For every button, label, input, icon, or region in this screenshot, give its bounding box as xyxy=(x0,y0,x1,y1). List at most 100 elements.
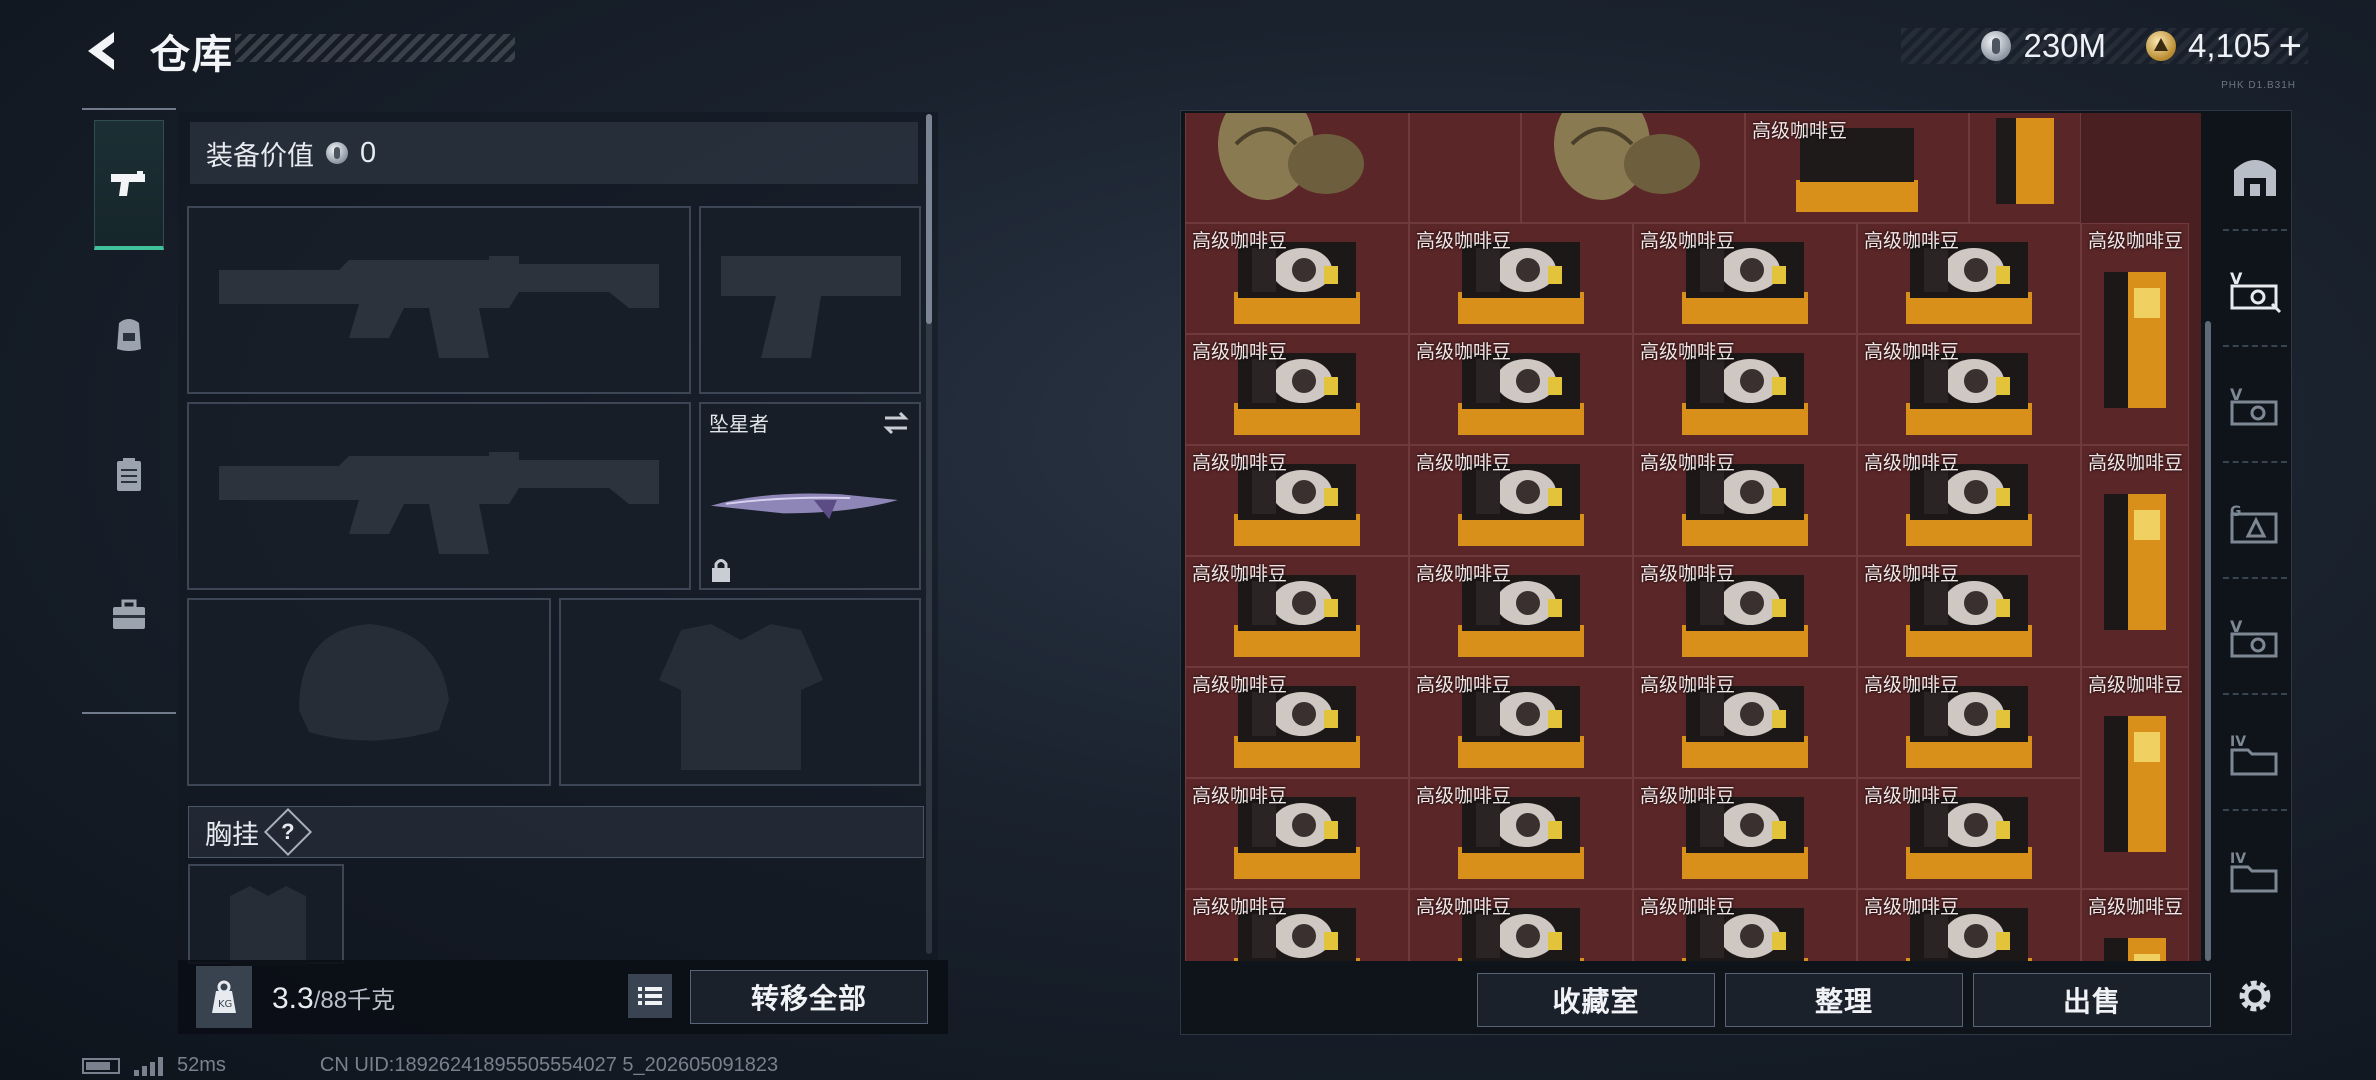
storage-item-coffee-tall[interactable]: 高级咖啡豆 xyxy=(2081,445,2189,667)
equipment-value-bar: 装备价值 0 xyxy=(190,122,918,184)
storage-item-coffee[interactable]: 高级咖啡豆 xyxy=(1185,334,1409,445)
primary-weapon-slot-1[interactable] xyxy=(187,206,691,394)
coffee-bag-tall-icon xyxy=(2100,716,2170,856)
storage-item-statue[interactable] xyxy=(1521,113,1745,223)
item-label: 高级咖啡豆 xyxy=(1416,675,1512,696)
item-label: 高级咖啡豆 xyxy=(1640,564,1736,585)
storage-item-statue-part[interactable] xyxy=(1409,113,1521,223)
melee-slot-name: 坠星者 xyxy=(709,414,769,436)
helmet-slot[interactable] xyxy=(187,598,551,786)
item-label: 高级咖啡豆 xyxy=(1416,342,1512,363)
storage-item-coffee-tall[interactable] xyxy=(1969,113,2081,223)
category-armor-tab[interactable] xyxy=(94,410,164,540)
storage-item-coffee[interactable]: 高级咖啡豆 xyxy=(1409,889,1633,961)
item-label: 高级咖啡豆 xyxy=(1640,786,1736,807)
body-armor-slot[interactable] xyxy=(559,598,921,786)
storage-item-coffee[interactable]: 高级咖啡豆 xyxy=(1857,334,2081,445)
item-label: 高级咖啡豆 xyxy=(2088,897,2184,918)
rail-crate-tab-2[interactable]: IV xyxy=(2223,817,2287,927)
storage-item-coffee[interactable]: 高级咖啡豆 xyxy=(1745,113,1969,223)
storage-item-coffee[interactable]: 高级咖啡豆 xyxy=(1185,889,1409,961)
storage-item-coffee[interactable]: 高级咖啡豆 xyxy=(1185,667,1409,778)
storage-item-coffee[interactable]: 高级咖啡豆 xyxy=(1185,445,1409,556)
toolbox-icon xyxy=(113,599,145,629)
storage-item-coffee[interactable]: 高级咖啡豆 xyxy=(1633,556,1857,667)
svg-text:IV: IV xyxy=(2230,734,2246,750)
storage-item-coffee[interactable]: 高级咖啡豆 xyxy=(1409,445,1633,556)
storage-item-coffee[interactable]: 高级咖啡豆 xyxy=(1633,334,1857,445)
storage-item-coffee[interactable]: 高级咖啡豆 xyxy=(1409,778,1633,889)
storage-item-coffee[interactable]: 高级咖啡豆 xyxy=(1857,556,2081,667)
storage-item-coffee[interactable]: 高级咖啡豆 xyxy=(1409,667,1633,778)
storage-item-coffee[interactable]: 高级咖啡豆 xyxy=(1185,223,1409,334)
melee-slot[interactable]: 坠星者 xyxy=(699,402,921,590)
storage-item-coffee[interactable]: 高级咖啡豆 xyxy=(1633,889,1857,961)
sell-button[interactable]: 出售 xyxy=(1973,973,2211,1027)
storage-item-coffee[interactable]: 高级咖啡豆 xyxy=(1857,778,2081,889)
item-label: 高级咖啡豆 xyxy=(1864,786,1960,807)
panel-scrollbar-thumb[interactable] xyxy=(926,114,932,324)
statue-item-icon xyxy=(1218,113,1364,200)
item-label: 高级咖啡豆 xyxy=(1640,453,1736,474)
rail-crate-tab-1[interactable]: IV xyxy=(2223,701,2287,811)
rail-card-tab-4[interactable]: V xyxy=(2223,585,2287,695)
storage-scrollbar[interactable] xyxy=(2205,321,2211,961)
transfer-all-button[interactable]: 转移全部 xyxy=(690,970,928,1024)
coffee-bag-tall-icon xyxy=(1996,118,2054,204)
item-label: 高级咖啡豆 xyxy=(1416,564,1512,585)
sidearm-slot[interactable] xyxy=(699,206,921,394)
storage-item-coffee[interactable]: 高级咖啡豆 xyxy=(1409,334,1633,445)
equipment-value-label: 装备价值 xyxy=(206,140,314,171)
storage-item-coffee[interactable]: 高级咖啡豆 xyxy=(1185,778,1409,889)
card-v3-icon: V xyxy=(2230,617,2278,658)
item-label: 高级咖啡豆 xyxy=(1416,231,1512,252)
helmet-silhouette-icon xyxy=(299,624,449,741)
lock-icon xyxy=(712,559,730,582)
signal-icon xyxy=(134,1056,163,1076)
storage-item-coffee[interactable]: 高级咖啡豆 xyxy=(1409,556,1633,667)
storage-item-coffee[interactable]: 高级咖啡豆 xyxy=(1185,556,1409,667)
storage-item-statue[interactable] xyxy=(1185,113,1409,223)
coffee-bag-tall-icon xyxy=(2100,494,2170,634)
swap-icon[interactable] xyxy=(881,408,911,438)
storage-item-coffee[interactable]: 高级咖啡豆 xyxy=(1857,445,2081,556)
rail-card-tab-1[interactable]: V xyxy=(2223,237,2287,347)
rifle-silhouette-icon xyxy=(219,256,659,358)
version-text: PHK D1.B31H xyxy=(2221,80,2296,91)
storage-item-coffee[interactable]: 高级咖啡豆 xyxy=(1633,223,1857,334)
card-v1-icon: V xyxy=(2230,269,2282,314)
rail-card-tab-3[interactable]: G xyxy=(2223,469,2287,579)
storage-item-coffee[interactable]: 高级咖啡豆 xyxy=(1633,445,1857,556)
add-currency-button[interactable]: + xyxy=(2279,26,2302,66)
storage-item-coffee-tall[interactable]: 高级咖啡豆 xyxy=(2081,889,2189,961)
rail-safe-tab[interactable] xyxy=(2223,121,2287,231)
category-backpack-tab[interactable] xyxy=(94,270,164,400)
storage-item-coffee-tall[interactable]: 高级咖啡豆 xyxy=(2081,223,2189,445)
storage-item-coffee[interactable]: 高级咖啡豆 xyxy=(1857,889,2081,961)
back-button[interactable] xyxy=(78,26,128,76)
primary-weapon-slot-2[interactable] xyxy=(187,402,691,590)
list-view-button[interactable] xyxy=(628,974,672,1018)
category-tools-tab[interactable] xyxy=(94,550,164,680)
category-weapons-tab[interactable] xyxy=(94,120,164,250)
storage-item-coffee[interactable]: 高级咖啡豆 xyxy=(1857,667,2081,778)
collection-room-button[interactable]: 收藏室 xyxy=(1477,973,1715,1027)
item-label: 高级咖啡豆 xyxy=(1864,564,1960,585)
backpack-icon xyxy=(117,319,141,351)
storage-item-coffee[interactable]: 高级咖啡豆 xyxy=(1857,223,2081,334)
status-bar: 52ms CN UID:18926241895505554027 5_20260… xyxy=(82,1054,778,1077)
rail-card-tab-2[interactable]: V xyxy=(2223,353,2287,463)
gear-icon xyxy=(2239,980,2271,1012)
storage-item-coffee-tall[interactable]: 高级咖啡豆 xyxy=(2081,667,2189,889)
chest-rig-title: 胸挂 xyxy=(205,819,259,850)
chest-rig-slot[interactable] xyxy=(188,864,344,966)
settings-button[interactable] xyxy=(2225,963,2285,1029)
storage-item-coffee[interactable]: 高级咖啡豆 xyxy=(1633,778,1857,889)
item-label: 高级咖啡豆 xyxy=(1416,786,1512,807)
svg-text:IV: IV xyxy=(2230,851,2246,867)
statue-item-icon xyxy=(1554,113,1700,200)
help-button[interactable]: ? xyxy=(263,807,313,857)
storage-item-coffee[interactable]: 高级咖啡豆 xyxy=(1633,667,1857,778)
organize-button[interactable]: 整理 xyxy=(1725,973,1963,1027)
storage-item-coffee[interactable]: 高级咖啡豆 xyxy=(1409,223,1633,334)
